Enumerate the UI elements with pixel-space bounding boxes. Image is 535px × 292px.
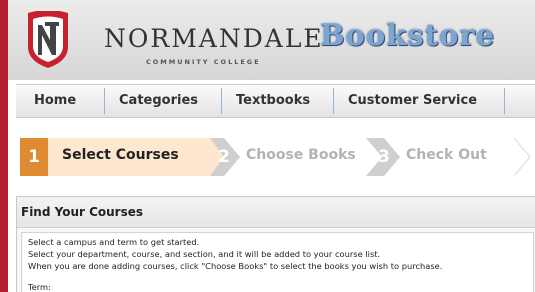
college-name: NORMANDALE (104, 24, 324, 53)
nav-textbooks[interactable]: Textbooks (236, 93, 310, 108)
college-logo[interactable] (26, 11, 70, 69)
term-label: Term: (28, 282, 51, 292)
college-subtitle: COMMUNITY COLLEGE (146, 58, 261, 66)
nav-divider (104, 88, 105, 114)
bookstore-title: Bookstore (320, 18, 496, 52)
find-courses-panel: Find Your Courses Select a campus and te… (16, 196, 535, 292)
step-2-number: 2 (218, 147, 230, 167)
instruction-line: When you are done adding courses, click … (28, 261, 443, 271)
step-2-label[interactable]: Choose Books (246, 147, 356, 163)
nav-divider (504, 88, 505, 114)
step-end-arrow (514, 138, 531, 176)
nav-categories[interactable]: Categories (119, 93, 198, 108)
step-3-label[interactable]: Check Out (406, 147, 487, 163)
panel-title: Find Your Courses (21, 205, 144, 219)
nav-divider (221, 88, 222, 114)
instruction-line: Select a campus and term to get started. (28, 237, 200, 247)
panel-header: Find Your Courses (17, 197, 535, 228)
checkout-steps: 1 Select Courses 2 Choose Books 3 Check … (20, 138, 535, 176)
instruction-line: Select your department, course, and sect… (28, 249, 381, 259)
step-1-label[interactable]: Select Courses (62, 147, 179, 163)
nav-home[interactable]: Home (34, 93, 76, 108)
page-frame: NORMANDALE COMMUNITY COLLEGE Bookstore H… (8, 0, 535, 292)
nav-divider (333, 88, 334, 114)
main-nav: Home Categories Textbooks Customer Servi… (16, 84, 535, 118)
panel-body: Select a campus and term to get started.… (21, 232, 534, 292)
step-1-number: 1 (20, 138, 48, 176)
nav-customer-service[interactable]: Customer Service (348, 93, 477, 108)
step-3-number: 3 (378, 147, 390, 167)
site-header: NORMANDALE COMMUNITY COLLEGE Bookstore (8, 0, 535, 80)
